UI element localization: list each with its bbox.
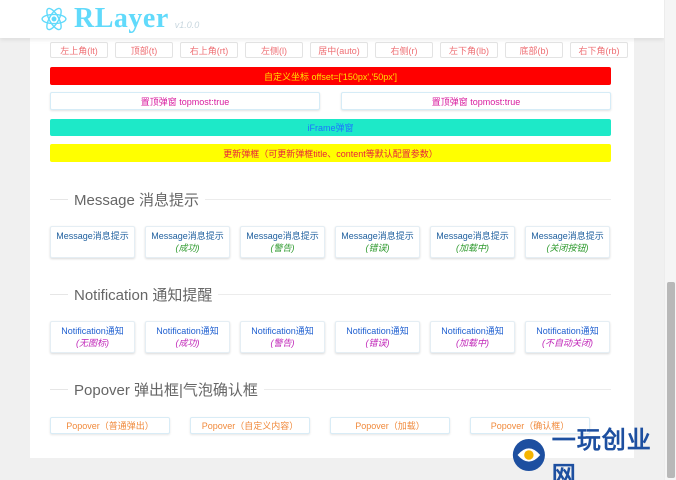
popover-section-title: Popover 弹出框|气泡确认框: [50, 379, 611, 399]
message-button-warning[interactable]: Message消息提示 (警告): [240, 226, 325, 258]
message-button-default[interactable]: Message消息提示: [50, 226, 135, 258]
position-button-lt[interactable]: 左上角(lt): [50, 42, 108, 58]
notification-button-no-icon[interactable]: Notification通知 (无图标): [50, 321, 135, 353]
message-button-type: (错误): [365, 243, 390, 253]
message-button-label: Message消息提示: [56, 231, 129, 241]
position-button-row: 左上角(lt) 顶部(t) 右上角(rt) 左侧(l) 居中(auto) 右侧(…: [50, 42, 628, 58]
message-button-error[interactable]: Message消息提示 (错误): [335, 226, 420, 258]
position-button-t[interactable]: 顶部(t): [115, 42, 173, 58]
page-scroll-area: 左上角(lt) 顶部(t) 右上角(rt) 左侧(l) 居中(auto) 右侧(…: [0, 0, 664, 480]
popover-button-normal[interactable]: Popover（普通弹出）: [50, 417, 170, 434]
message-section-label: Message 消息提示: [74, 191, 200, 209]
divider: [50, 293, 68, 295]
message-button-label: Message消息提示: [151, 231, 224, 241]
app-title: RLayer: [74, 3, 169, 34]
notification-button-warning[interactable]: Notification通知 (警告): [240, 321, 325, 353]
message-button-loading[interactable]: Message消息提示 (加载中): [430, 226, 515, 258]
custom-offset-button[interactable]: 自定义坐标 offset=['150px','50px']: [50, 67, 611, 85]
watermark: 一玩创业网: [510, 425, 676, 480]
message-button-label: Message消息提示: [341, 231, 414, 241]
position-button-rb[interactable]: 右下角(rb): [570, 42, 628, 58]
position-button-rt[interactable]: 右上角(rt): [180, 42, 238, 58]
app-version: v1.0.0: [174, 20, 200, 30]
popover-section-label: Popover 弹出框|气泡确认框: [74, 381, 258, 399]
notification-button-row: Notification通知 (无图标) Notification通知 (成功) N…: [50, 321, 610, 353]
divider: [218, 293, 611, 295]
position-button-r[interactable]: 右侧(r): [375, 42, 433, 58]
divider: [50, 198, 68, 200]
popover-button-row: Popover（普通弹出） Popover（自定义内容） Popover（加载）…: [50, 417, 590, 434]
message-button-label: Message消息提示: [531, 231, 604, 241]
iframe-button[interactable]: iFrame弹窗: [50, 119, 611, 136]
message-button-row: Message消息提示 Message消息提示 (成功) Message消息提示 (…: [50, 226, 610, 258]
notification-button-label: Notification通知: [156, 326, 219, 336]
message-button-label: Message消息提示: [246, 231, 319, 241]
message-section-title: Message 消息提示: [50, 189, 611, 209]
topmost-button-1[interactable]: 置顶弹窗 topmost:true: [50, 92, 320, 110]
watermark-text: 一玩创业网: [551, 425, 652, 480]
position-button-lb[interactable]: 左下角(lb): [440, 42, 498, 58]
notification-button-success[interactable]: Notification通知 (成功): [145, 321, 230, 353]
message-button-closable[interactable]: Message消息提示 (关闭按钮): [525, 226, 610, 258]
position-button-b[interactable]: 底部(b): [505, 42, 563, 58]
notification-button-label: Notification通知: [536, 326, 599, 336]
react-atom-icon: [41, 7, 67, 31]
notification-button-error[interactable]: Notification通知 (错误): [335, 321, 420, 353]
notification-button-type: (错误): [365, 338, 390, 348]
notification-button-type: (警告): [270, 338, 295, 348]
notification-button-label: Notification通知: [346, 326, 409, 336]
popover-button-loading[interactable]: Popover（加载）: [330, 417, 450, 434]
divider: [263, 388, 611, 390]
notification-button-type: (成功): [175, 338, 200, 348]
notification-section-label: Notification 通知提醒: [74, 286, 213, 304]
update-dialog-button[interactable]: 更新弹框（可更新弹框title、content等默认配置参数）: [50, 144, 611, 162]
notification-button-label: Notification通知: [61, 326, 124, 336]
watermark-logo-icon: [512, 438, 545, 472]
message-button-label: Message消息提示: [436, 231, 509, 241]
message-button-type: (加载中): [456, 243, 489, 253]
divider: [50, 388, 68, 390]
message-button-success[interactable]: Message消息提示 (成功): [145, 226, 230, 258]
topmost-button-2[interactable]: 置顶弹窗 topmost:true: [341, 92, 611, 110]
notification-button-label: Notification通知: [251, 326, 314, 336]
notification-section-title: Notification 通知提醒: [50, 284, 611, 304]
notification-button-persistent[interactable]: Notification通知 (不自动关闭): [525, 321, 610, 353]
message-button-type: (警告): [270, 243, 295, 253]
notification-button-type: (加载中): [456, 338, 489, 348]
notification-button-loading[interactable]: Notification通知 (加载中): [430, 321, 515, 353]
notification-button-label: Notification通知: [441, 326, 504, 336]
popover-button-custom[interactable]: Popover（自定义内容）: [190, 417, 310, 434]
notification-button-type: (无图标): [76, 338, 109, 348]
vertical-scrollbar[interactable]: [664, 0, 676, 480]
divider: [205, 198, 611, 200]
app-header: RLayer v1.0.0: [0, 0, 664, 38]
message-button-type: (成功): [175, 243, 200, 253]
message-button-type: (关闭按钮): [546, 243, 589, 253]
notification-button-type: (不自动关闭): [542, 338, 593, 348]
position-button-l[interactable]: 左侧(l): [245, 42, 303, 58]
position-button-auto[interactable]: 居中(auto): [310, 42, 368, 58]
